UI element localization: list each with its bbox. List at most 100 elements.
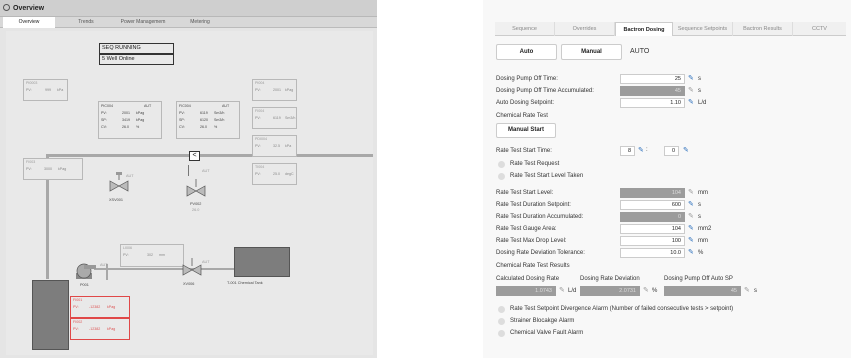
main-pipe [46,154,373,157]
ti004-tag: TI004 [255,165,265,169]
auto-dosing-setpoint-field[interactable]: 1.10 [620,98,685,108]
edit-pencil-icon[interactable]: ✎ [688,75,695,82]
fic004-faceplate[interactable]: FIC004 AUT PV: 6119 Sm3/h SP: 6120 Sm3/h… [176,101,240,139]
pic004-faceplate[interactable]: PIC004 AUT PV: 2001 kPag SP: 3419 kPag C… [98,101,162,139]
fic004-sp-value: 6120 [200,118,208,122]
fi002-pv-value: -12382 [89,327,101,331]
overview-tabs: Overview Trends Power Managemem Metering [0,17,377,28]
fi003-tag: FI003 [26,160,36,164]
start-time-hour-field[interactable]: 8 [620,146,635,156]
fi001-pv-label: PV: [73,305,79,309]
edit-pencil-icon: ✎ [688,87,694,94]
fic004-sp-label: SP: [179,118,185,122]
tab-overrides[interactable]: Overrides [555,22,615,36]
overview-icon [3,4,10,11]
pic004-cv-unit: % [136,125,140,129]
pump-off-time-accumulated-label: Dosing Pump Off Time Accumulated: [496,88,594,94]
overview-titlebar: Overview [0,0,377,17]
unit: s [698,214,701,220]
pic004-sp-unit: kPag [136,118,145,122]
unit: mm [698,238,708,244]
dosing-rate-deviation-header: Dosing Rate Deviation [580,276,640,282]
fi001-pv-value: -12382 [89,305,101,309]
manual-start-button[interactable]: Manual Start [496,123,556,138]
li006-box[interactable]: LI006 PV: 302 mm [120,244,184,267]
unit: mm2 [698,226,712,232]
fi003-box[interactable]: FI003 PV: 3000 kPag [23,158,83,180]
manual-button[interactable]: Manual [561,44,622,60]
fi001-unit: kPag [107,305,116,309]
fic004-cv-value: 26.0 [200,125,207,129]
edit-pencil-icon[interactable]: ✎ [688,225,695,232]
tab-overview[interactable]: Overview [3,17,55,28]
time-separator: : [646,147,648,153]
xsv001-mode: AUT [126,174,134,178]
chemical-tank[interactable] [234,247,290,277]
edit-pencil-icon[interactable]: ✎ [638,147,645,154]
dosing-pump-off-time-label: Dosing Pump Off Time: [496,76,558,82]
unit: L/d [698,100,707,106]
tab-cctv[interactable]: CCTV [793,22,846,36]
duration-accumulated-label: Rate Test Duration Accumulated: [496,214,584,220]
overview-title: Overview [13,5,45,12]
tab-trends[interactable]: Trends [60,17,112,28]
fi004-box[interactable]: FI004 PV: 6119 Sm3/h [252,107,297,129]
fi003-pv-value: 3000 [44,167,52,171]
pi0003-tag: PI0003 [26,81,38,85]
pdi004-box[interactable]: PDI004 PV: 32.5 kPa [252,135,297,157]
edit-pencil-icon[interactable]: ✎ [688,249,695,256]
auto-button[interactable]: Auto [496,44,557,60]
start-time-minute-field[interactable]: 0 [664,146,679,156]
fic004-cv-unit: % [214,125,218,129]
fi001-box-alarm[interactable]: FI001 PV: -12382 kPag [70,296,130,318]
fi003-unit: kPag [58,167,67,171]
ti004-box[interactable]: TI004 PV: 25.0 degC [252,163,297,185]
chemical-rate-test-heading: Chemical Rate Test [496,113,548,119]
fi004-unit: Sm3/h [285,116,296,120]
tab-bactron-dosing[interactable]: Bactron Dosing [615,22,673,36]
gauge-area-field[interactable]: 104 [620,224,685,234]
pic004-pv-label: PV: [101,111,107,115]
pv002-valve-icon[interactable] [186,179,206,199]
controller-symbol: < [189,151,200,161]
deviation-tolerance-label: Dosing Rate Deviation Tolerance: [496,250,585,256]
fic004-mode: AUT [222,104,230,108]
calc-dosing-rate-header: Calculated Dosing Rate [496,276,560,282]
max-drop-level-field[interactable]: 100 [620,236,685,246]
tank-pipe [94,268,242,270]
edit-pencil-icon: ✎ [559,287,565,294]
pi0003-box[interactable]: PI0003 PV: 999 kPa [23,79,68,101]
edit-pencil-icon[interactable]: ✎ [688,99,695,106]
pdi004-unit: kPa [285,144,292,148]
max-drop-level-label: Rate Test Max Drop Level: [496,238,567,244]
valve-fault-alarm-indicator [498,330,505,337]
edit-pencil-icon[interactable]: ✎ [683,147,690,154]
tab-power-management[interactable]: Power Managemem [114,17,172,28]
edit-pencil-icon[interactable]: ✎ [688,201,695,208]
pump-off-auto-sp-field: 45 [664,286,741,296]
fi002-tag: FI002 [73,320,83,324]
pi004-tag: PI004 [255,81,265,85]
duration-setpoint-field[interactable]: 600 [620,200,685,210]
fi004-pv-value: 6119 [273,116,281,120]
li006-pv-value: 302 [147,253,153,257]
tab-sequence[interactable]: Sequence [495,22,555,36]
fic004-sp-unit: Sm3/h [214,118,225,122]
tab-sequence-setpoints[interactable]: Sequence Setpoints [673,22,733,36]
edit-pencil-icon: ✎ [688,213,694,220]
edit-pencil-icon[interactable]: ✎ [688,237,695,244]
dosing-pump-off-time-field[interactable]: 25 [620,74,685,84]
vessel[interactable] [32,280,69,350]
pic004-cv-value: 26.0 [122,125,129,129]
pump-icon[interactable] [74,261,98,281]
pi004-box[interactable]: PI004 PV: 2001 kPag [252,79,297,101]
pi004-pv-label: PV: [255,88,261,92]
tab-metering[interactable]: Metering [174,17,226,28]
deviation-tolerance-field[interactable]: 10.0 [620,248,685,258]
strainer-alarm-label: Strainer Blocakge Alarm [510,318,575,324]
fi002-box-alarm[interactable]: FI002 PV: -12382 kPag [70,318,130,340]
xv006-label: XV006 [183,282,195,286]
tab-bactron-results[interactable]: Bactron Results [733,22,793,36]
results-heading: Chemical Rate Test Results [496,263,570,269]
xv006-valve-icon[interactable] [182,258,202,278]
